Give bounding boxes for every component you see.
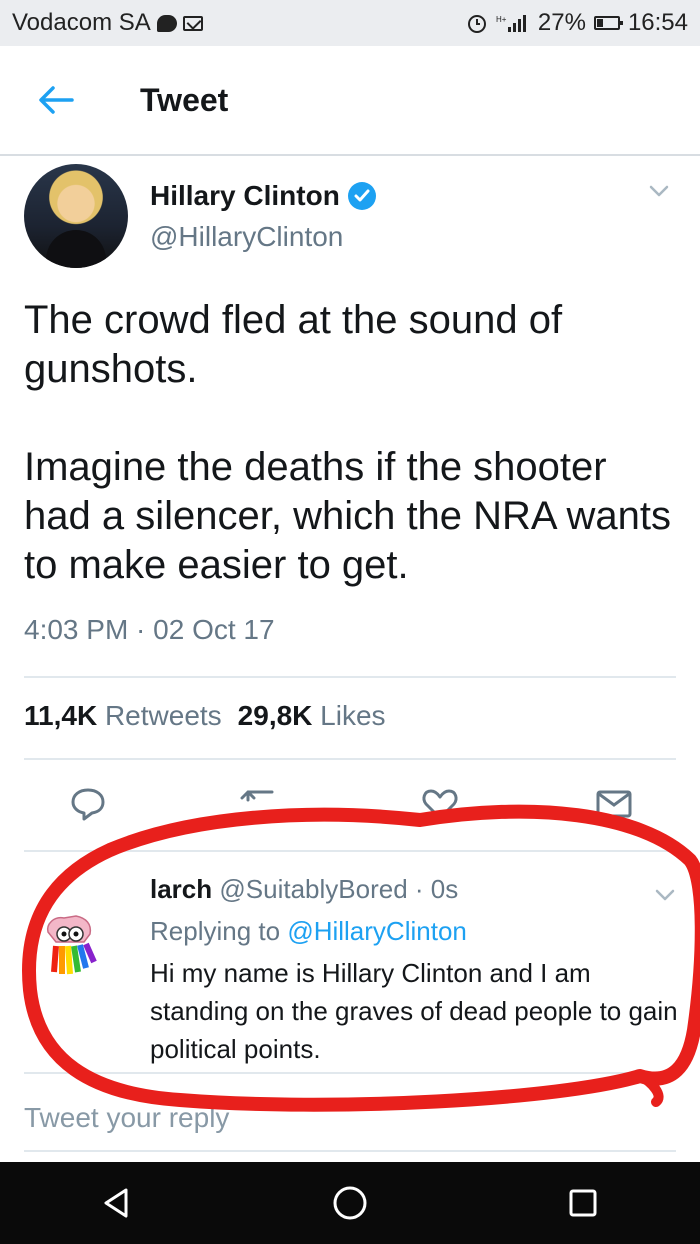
reply-handle-time: @SuitablyBored · 0s [219,874,459,904]
recents-square-icon [569,1189,597,1217]
tweet-body: The crowd fled at the sound of gunshots.… [24,296,674,590]
replying-mention-link[interactable]: @HillaryClinton [287,916,467,946]
divider [24,1072,676,1074]
mail-icon [182,15,203,31]
tweet-timestamp: 4:03 PM · 02 Oct 17 [24,614,275,645]
carrier-label: Vodacom SA [12,9,151,36]
status-right: H+ 27% 16:54 [466,9,688,37]
battery-icon [593,16,623,30]
reply-compose-input[interactable]: Tweet your reply [24,1102,229,1134]
compose-underline [24,1150,676,1152]
tweet-paragraph: Imagine the deaths if the shooter had a … [24,445,672,587]
retweet-button[interactable] [238,784,278,824]
home-circle-icon [333,1186,367,1220]
like-button[interactable] [420,784,460,824]
likes-label: Likes [320,700,386,731]
share-icon [596,790,632,818]
nav-recents-button[interactable] [553,1173,613,1233]
divider [24,676,676,678]
divider [24,850,676,852]
page-title: Tweet [140,81,229,118]
top-app-bar: Tweet [0,46,700,156]
retweets-count: 11,4K [24,700,98,731]
author-name-row[interactable]: Hillary Clinton [150,180,376,212]
reply-button[interactable] [68,784,108,824]
svg-text:H+: H+ [496,15,507,24]
back-button[interactable] [26,70,86,130]
share-button[interactable] [594,784,634,824]
reply-header: larch @SuitablyBored · 0s [150,874,458,905]
verified-badge-icon [347,182,376,210]
battery-percent: 27% [537,9,586,36]
nav-home-button[interactable] [320,1173,380,1233]
retweet-icon [240,790,274,802]
divider [24,758,676,760]
replying-to: Replying to @HillaryClinton [150,916,467,947]
retweets-stat[interactable]: 11,4K Retweets [24,700,222,732]
author-avatar[interactable] [24,164,128,268]
likes-stat[interactable]: 29,8K Likes [238,700,386,732]
reply-author-name[interactable]: larch [150,874,212,904]
clock: 16:54 [627,9,688,36]
reply-body: Hi my name is Hillary Clinton and I am s… [150,958,678,1064]
reply-avatar[interactable] [42,912,104,978]
alarm-icon [467,15,486,33]
back-triangle-icon [104,1188,128,1218]
author-handle[interactable]: @HillaryClinton [150,221,343,253]
arrow-left-icon [39,86,74,114]
status-bar: Vodacom SA H+ 27% 16:54 [0,0,700,46]
reply-menu-chevron-icon[interactable] [654,884,676,906]
retweets-label: Retweets [104,700,222,731]
tweet-menu-chevron-icon[interactable] [648,180,670,202]
engagement-stats: 11,4K Retweets 29,8K Likes [24,700,386,732]
signal-icon: H+ [496,15,526,32]
likes-count: 29,8K [237,700,313,731]
system-nav-bar [0,1162,700,1244]
like-icon [422,789,458,820]
nav-back-button[interactable] [87,1173,147,1233]
replying-prefix: Replying to [150,916,281,946]
tweet-page: Vodacom SA H+ 27% 16:54 Tweet Hillary Cl… [0,0,700,1244]
status-left: Vodacom SA [12,9,203,37]
chat-icon [156,14,177,32]
author-name: Hillary Clinton [150,180,340,211]
tweet-paragraph: The crowd fled at the sound of gunshots. [24,298,563,391]
reply-icon [71,788,105,821]
